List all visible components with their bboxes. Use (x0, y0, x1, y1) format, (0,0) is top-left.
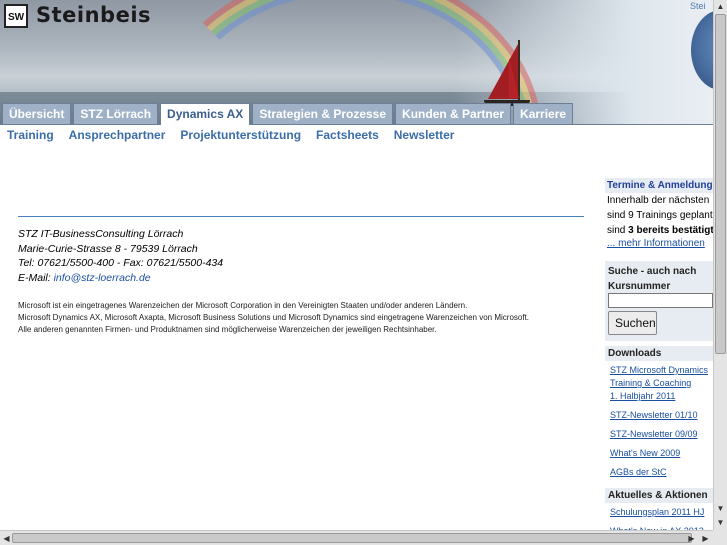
download-newsletter-0909[interactable]: STZ-Newsletter 09/09 (610, 428, 713, 441)
search-box: Suche - auch nach Kursnummer Suchen (605, 261, 713, 341)
scrollbar-corner (713, 530, 727, 545)
legal-line-3: Alle anderen genannten Firmen- und Produ… (18, 325, 437, 334)
downloads-list: STZ Microsoft Dynamics Training & Coachi… (610, 364, 713, 483)
download-newsletter-0110[interactable]: STZ-Newsletter 01/10 (610, 409, 713, 422)
legal-notice: Microsoft ist ein eingetragenes Warenzei… (18, 300, 588, 336)
content-divider (18, 216, 584, 217)
termine-title[interactable]: Termine & Anmeldung (605, 178, 713, 193)
tab-uebersicht[interactable]: Übersicht (2, 103, 72, 124)
legal-line-2: Microsoft Dynamics AX, Microsoft Axapta,… (18, 313, 530, 322)
email-label: E-Mail: (18, 271, 54, 284)
vertical-scrollbar[interactable]: ▲ ▼ ▼ (713, 0, 727, 530)
horizontal-scroll-thumb[interactable] (12, 533, 692, 543)
scroll-right-end-icon[interactable]: ▶ (699, 532, 712, 545)
download-dynamics-line2[interactable]: Training & Coaching (610, 377, 713, 390)
termine-more-link[interactable]: ... mehr Informationen (605, 238, 713, 249)
horizontal-scrollbar[interactable]: ◀ ▶ ▶ (0, 530, 713, 545)
scroll-up-icon[interactable]: ▲ (714, 0, 727, 13)
search-input[interactable] (608, 293, 713, 308)
download-whats-new-2009[interactable]: What's New 2009 (610, 447, 713, 460)
scroll-down-end-icon[interactable]: ▼ (714, 516, 727, 529)
termine-line-2: sind 9 Trainings geplant (607, 210, 713, 221)
address-phone: Tel: 07621/5500-400 - Fax: 07621/5500-43… (18, 257, 224, 269)
search-button[interactable]: Suchen (608, 311, 657, 335)
subnav-factsheets[interactable]: Factsheets (316, 128, 379, 142)
scroll-right-icon[interactable]: ▶ (685, 532, 698, 545)
subnav-training[interactable]: Training (7, 128, 54, 142)
download-dynamics-line1[interactable]: STZ Microsoft Dynamics (610, 364, 713, 377)
tab-dynamics-ax[interactable]: Dynamics AX (160, 103, 251, 125)
termine-line-1: Innerhalb der nächsten (607, 195, 710, 206)
address-street: Marie-Curie-Strasse 8 - 79539 Lörrach (18, 242, 198, 255)
termine-prefix: sind (607, 225, 629, 236)
address-block: STZ IT-BusinessConsulting Lörrach Marie-… (18, 227, 223, 285)
scroll-down-icon[interactable]: ▼ (714, 502, 727, 515)
corner-label: Stei (690, 1, 706, 11)
sidebar-termine: Termine & Anmeldung Innerhalb der nächst… (605, 178, 713, 249)
boat-jib (509, 58, 519, 98)
download-agbs[interactable]: AGBs der StC (610, 466, 713, 479)
subnav-ansprechpartner[interactable]: Ansprechpartner (69, 128, 166, 142)
steinbeis-logo-icon[interactable]: SW (4, 4, 28, 28)
subnav-newsletter[interactable]: Newsletter (394, 128, 455, 142)
search-title: Suche - auch nach Kursnummer (608, 266, 697, 292)
tab-karriere[interactable]: Karriere (513, 103, 574, 124)
vertical-scroll-thumb[interactable] (715, 14, 726, 354)
sub-navigation: Training Ansprechpartner Projektunterstü… (7, 128, 469, 142)
tab-strategien-prozesse[interactable]: Strategien & Prozesse (252, 103, 394, 124)
address-email-row: E-Mail: info@stz-loerrach.de (18, 271, 223, 286)
address-company: STZ IT-BusinessConsulting Lörrach (18, 228, 184, 240)
subnav-projektunterstuetzung[interactable]: Projektunterstützung (180, 128, 301, 142)
main-tabs: Übersicht STZ Lörrach Dynamics AX Strate… (0, 103, 574, 125)
news-schulungsplan[interactable]: Schulungsplan 2011 HJ (610, 506, 713, 519)
news-title: Aktuelles & Aktionen (605, 488, 713, 503)
download-dynamics-line3[interactable]: 1. Halbjahr 2011 (610, 390, 713, 403)
termine-confirmed: 3 bereits bestätigt (628, 225, 713, 236)
tab-stz-loerrach[interactable]: STZ Lörrach (73, 103, 159, 124)
tab-kunden-partner[interactable]: Kunden & Partner (395, 103, 512, 124)
termine-line-3: sind 3 bereits bestätigt (605, 223, 713, 238)
downloads-title: Downloads (605, 346, 713, 361)
legal-line-1: Microsoft ist ein eingetragenes Warenzei… (18, 301, 468, 310)
email-link[interactable]: info@stz-loerrach.de (54, 272, 151, 284)
steinbeis-logo-text[interactable]: Steinbeis (36, 3, 151, 27)
